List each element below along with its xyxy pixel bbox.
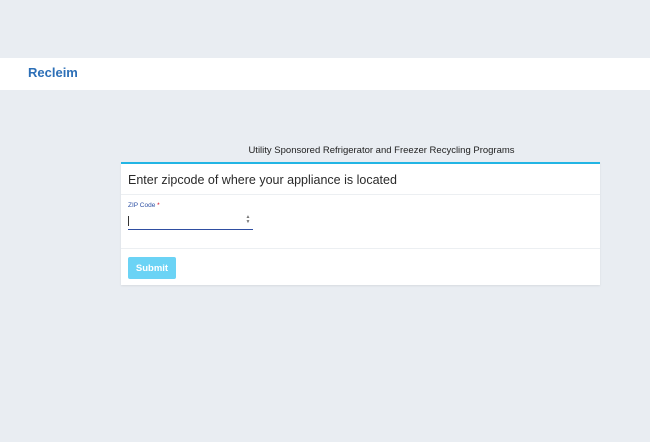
submit-button[interactable]: Submit <box>128 257 176 279</box>
zip-form-card: Enter zipcode of where your appliance is… <box>121 162 600 285</box>
card-heading: Enter zipcode of where your appliance is… <box>121 164 600 195</box>
number-spinner-icon[interactable]: ▲ ▼ <box>245 215 251 225</box>
required-marker: * <box>157 202 160 209</box>
brand-logo[interactable]: Recleim <box>28 65 78 80</box>
top-navbar: Recleim <box>0 58 650 90</box>
text-cursor <box>128 216 129 226</box>
zip-code-input[interactable] <box>128 214 253 231</box>
card-footer: Submit <box>121 249 600 279</box>
program-title: Utility Sponsored Refrigerator and Freez… <box>248 145 515 156</box>
card-body: ZIP Code * ▲ ▼ <box>121 195 600 249</box>
zip-input-wrapper[interactable]: ▲ ▼ <box>128 212 253 231</box>
zip-label-text: ZIP Code <box>128 202 156 209</box>
zip-field-label: ZIP Code * <box>128 202 600 209</box>
